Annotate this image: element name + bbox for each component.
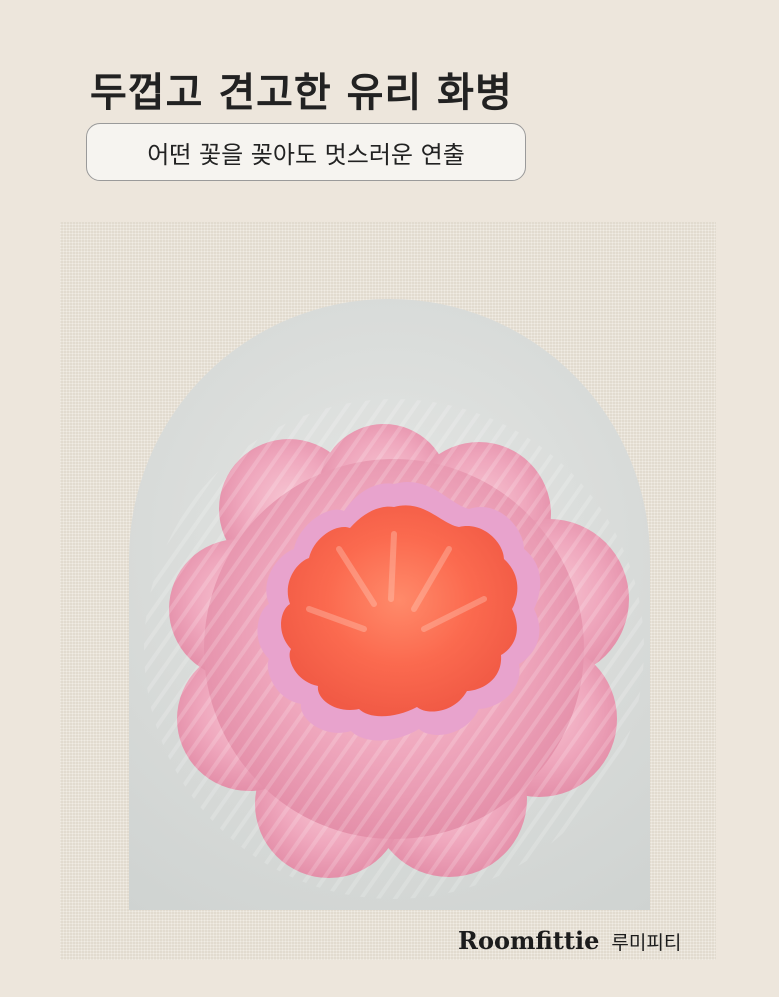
- vase-image: [144, 399, 644, 899]
- product-photo-arch: [129, 299, 650, 910]
- brand-signature: Roomfittie 루미피티: [458, 926, 681, 955]
- subtitle-badge: 어떤 꽃을 꽂아도 멋스러운 연출: [86, 123, 526, 181]
- subtitle-text: 어떤 꽃을 꽂아도 멋스러운 연출: [147, 140, 465, 169]
- brand-korean-name: 루미피티: [611, 932, 682, 954]
- brand-name: Roomfittie: [458, 926, 600, 955]
- headline: 두껍고 견고한 유리 화병: [90, 70, 513, 116]
